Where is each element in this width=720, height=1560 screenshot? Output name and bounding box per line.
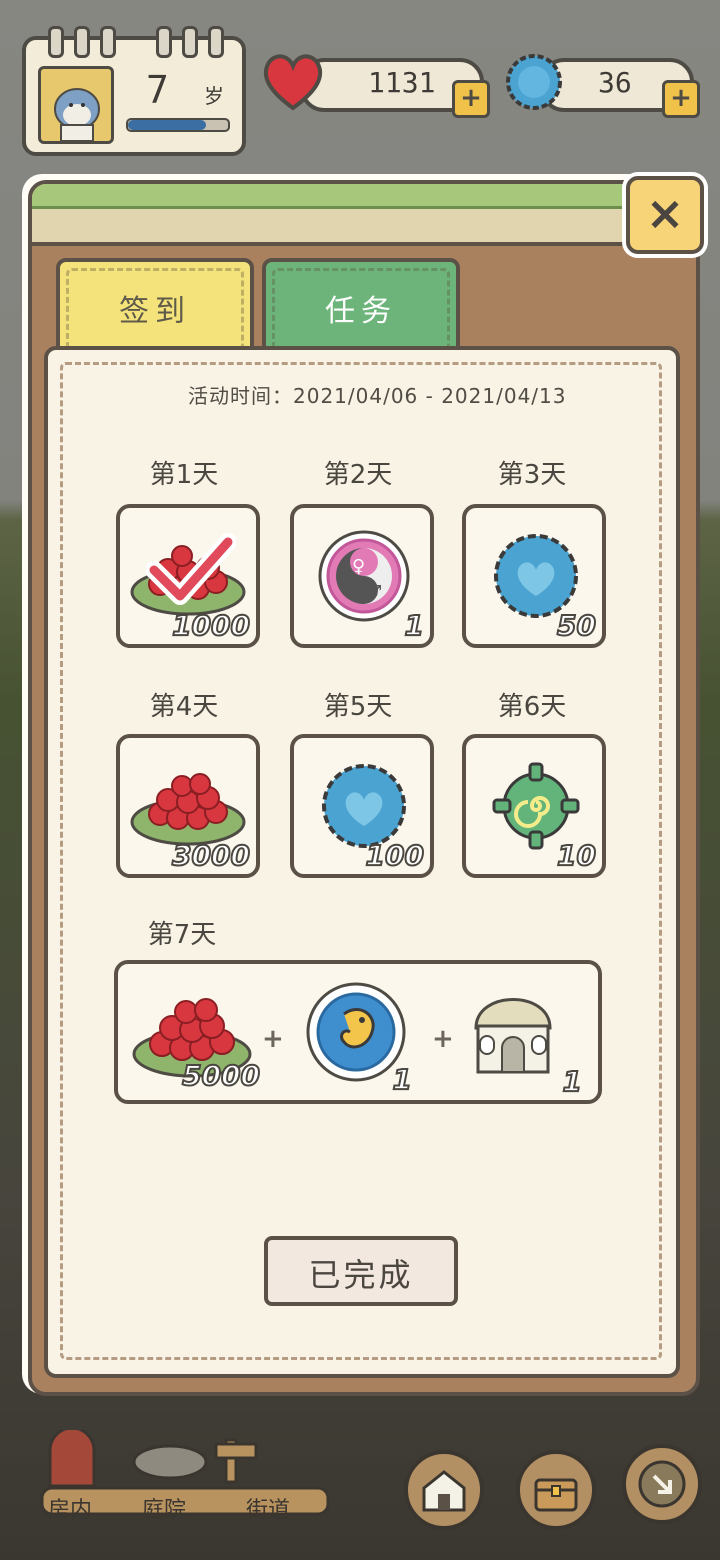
day-label: 第2天 (323, 460, 393, 490)
exit-button[interactable] (622, 1444, 702, 1524)
reward-qty: 50 (556, 608, 597, 643)
bottle-cap-icon (502, 50, 566, 118)
dome-house-icon (474, 998, 552, 1074)
day-7-reward[interactable]: 5000 + 1 + 1 (114, 960, 602, 1104)
nav-street[interactable]: 街道 (246, 1492, 290, 1524)
reward-qty: 5000 (181, 1058, 261, 1093)
day-label: 第5天 (323, 692, 393, 722)
day-label: 第6天 (497, 692, 567, 722)
hearts-plate-icon (130, 773, 246, 846)
day-1-reward[interactable]: 1000 (116, 504, 260, 648)
reward-qty: 100 (365, 838, 425, 873)
caps-value: 36 (598, 66, 632, 99)
day7-hearts: 5000 (128, 978, 261, 1093)
reward-qty: 1 (391, 1062, 413, 1097)
tab-signin[interactable]: 签到 (56, 258, 254, 352)
reward-qty: 1000 (171, 608, 251, 643)
chest-icon (534, 1478, 578, 1512)
day7-embryo: 1 (304, 980, 414, 1097)
binder-ring (156, 26, 172, 58)
day-label: 第3天 (497, 460, 567, 490)
day-2-reward[interactable]: ♀ ♂ 1 (290, 504, 434, 648)
plus-sign: + (262, 1024, 284, 1054)
add-hearts-button[interactable]: + (452, 80, 490, 118)
day-label: 第1天 (149, 460, 219, 490)
day7-house: 1 (468, 978, 584, 1099)
reward-qty: 10 (556, 838, 597, 873)
day-6-reward[interactable]: 10 (462, 734, 606, 878)
gender-swap-icon: ♀ ♂ (318, 530, 410, 622)
binder-ring (48, 26, 64, 58)
day-4-reward[interactable]: 3000 (116, 734, 260, 878)
checkmark-icon (146, 533, 236, 605)
add-caps-button[interactable]: + (662, 80, 700, 118)
age-card[interactable]: 7 岁 (22, 26, 246, 156)
reward-qty: 3000 (171, 838, 251, 873)
tab-signin-label: 签到 (119, 294, 191, 329)
binder-ring (182, 26, 198, 58)
binder-ring (100, 26, 116, 58)
heart-icon (258, 46, 328, 120)
day-label: 第7天 (147, 920, 217, 950)
reward-qty: 1 (403, 608, 425, 643)
grass-strip (32, 184, 696, 209)
reward-qty: 1 (561, 1064, 583, 1099)
tab-tasks[interactable]: 任务 (262, 258, 460, 352)
close-button[interactable]: × (626, 176, 704, 254)
nav-yard[interactable]: 庭院 (142, 1492, 186, 1524)
age-value: 7 (146, 68, 169, 112)
frog-avatar-icon (38, 66, 114, 144)
tab-tasks-label: 任务 (325, 294, 397, 329)
age-unit: 岁 (204, 84, 224, 108)
grass-header (32, 184, 696, 246)
binder-ring (208, 26, 224, 58)
binder-ring (74, 26, 90, 58)
hearts-value: 1131 (368, 66, 436, 99)
close-icon: × (645, 186, 685, 240)
chest-button[interactable] (516, 1450, 596, 1530)
svg-text:♀: ♀ (352, 556, 365, 577)
age-progress-bar (126, 118, 230, 132)
plus-sign: + (432, 1024, 454, 1054)
day-label: 第4天 (149, 692, 219, 722)
age-progress-fill (128, 120, 206, 130)
home-button[interactable] (404, 1450, 484, 1530)
svg-text:♂: ♂ (366, 582, 382, 603)
arrow-exit-icon (638, 1460, 686, 1508)
house-icon (422, 1470, 466, 1512)
nav-house[interactable]: 房内 (48, 1492, 92, 1524)
completed-button[interactable]: 已完成 (264, 1236, 458, 1306)
day-5-reward[interactable]: 100 (290, 734, 434, 878)
day-3-reward[interactable]: 50 (462, 504, 606, 648)
completed-label: 已完成 (308, 1256, 414, 1294)
event-period: 活动时间：2021/04/06 - 2021/04/13 (188, 384, 567, 408)
